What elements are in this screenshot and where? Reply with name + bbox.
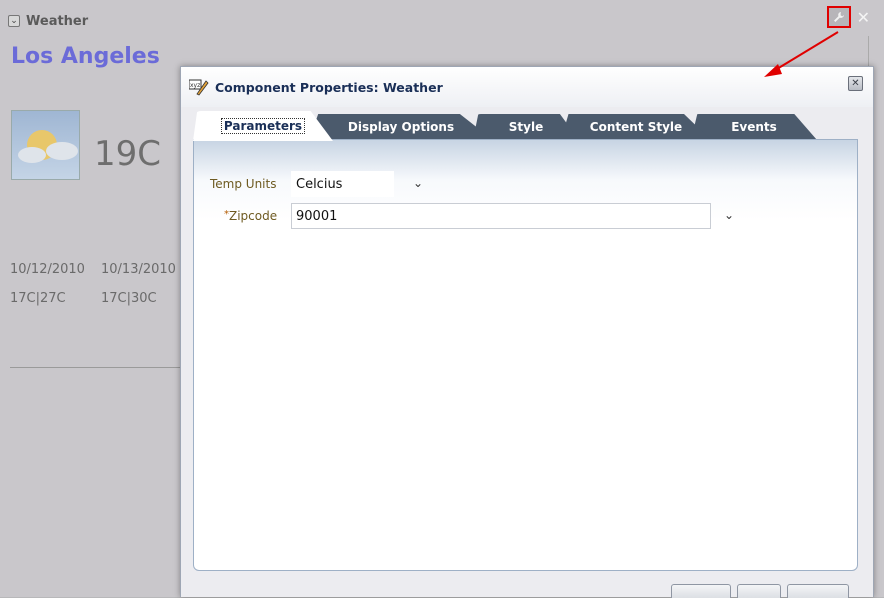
- footer-button[interactable]: [671, 584, 731, 598]
- properties-icon: xyz: [188, 78, 209, 96]
- forecast-date: 10/12/2010: [10, 262, 85, 277]
- temp-units-label: Temp Units: [210, 177, 277, 191]
- parameters-panel: Temp Units Celcius ⌄ *Zipcode 90001 ⌄: [193, 139, 858, 571]
- tab-content-style[interactable]: Content Style: [561, 114, 711, 140]
- footer-button[interactable]: [737, 584, 781, 598]
- component-properties-dialog: xyz Component Properties: Weather ✕ Even…: [180, 66, 874, 598]
- tab-label: Display Options: [347, 120, 455, 134]
- forecast-dates: 10/12/2010 10/13/2010: [10, 262, 192, 277]
- tab-label: Style: [508, 120, 544, 134]
- current-temperature: 19C: [94, 134, 162, 174]
- temp-units-select[interactable]: Celcius: [291, 171, 394, 197]
- footer-button[interactable]: [787, 584, 849, 598]
- zipcode-value: 90001: [296, 208, 338, 224]
- dialog-close-button[interactable]: ✕: [848, 76, 863, 91]
- zipcode-label-text: Zipcode: [229, 209, 278, 223]
- forecast-ranges: 17C|27C 17C|30C: [10, 291, 192, 306]
- tab-bar: Events Content Style Style Display Optio…: [193, 111, 873, 141]
- chevron-down-icon[interactable]: ⌄: [8, 15, 20, 27]
- wrench-icon[interactable]: [826, 6, 851, 28]
- tab-label: Content Style: [589, 120, 683, 134]
- dialog-footer-buttons: [671, 584, 849, 598]
- forecast-date: 10/13/2010: [101, 262, 176, 277]
- zipcode-label: *Zipcode: [224, 209, 277, 223]
- svg-text:xyz: xyz: [190, 82, 200, 89]
- tab-label: Parameters: [220, 118, 306, 134]
- tab-events[interactable]: Events: [691, 114, 817, 140]
- zipcode-input[interactable]: 90001: [291, 203, 711, 229]
- close-icon[interactable]: ✕: [857, 8, 870, 27]
- partly-sunny-icon: [11, 110, 80, 180]
- dialog-title: Component Properties: Weather: [215, 79, 443, 95]
- portlet-title: Weather: [26, 13, 89, 29]
- city-name: Los Angeles: [11, 44, 160, 69]
- tab-label: Events: [731, 120, 777, 134]
- tab-style[interactable]: Style: [473, 114, 579, 140]
- portlet-header-actions: ✕: [826, 6, 870, 28]
- tab-parameters[interactable]: Parameters: [193, 111, 333, 141]
- chevron-down-icon[interactable]: ⌄: [724, 208, 734, 222]
- portlet-header: ⌄ Weather: [8, 6, 868, 36]
- forecast-range: 17C|30C: [101, 291, 157, 306]
- divider: [10, 367, 180, 368]
- chevron-down-icon[interactable]: ⌄: [413, 176, 423, 190]
- forecast-range: 17C|27C: [10, 291, 66, 306]
- dialog-title-bar[interactable]: xyz Component Properties: Weather: [181, 67, 873, 107]
- tab-display-options[interactable]: Display Options: [309, 114, 493, 140]
- temp-units-value: Celcius: [296, 176, 343, 192]
